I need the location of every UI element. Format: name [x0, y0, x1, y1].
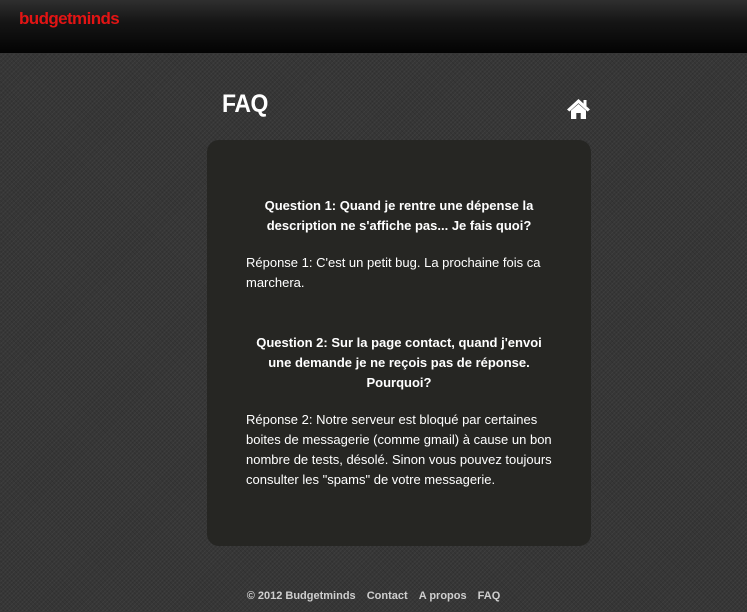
home-icon: [567, 99, 590, 119]
logo[interactable]: budgetminds: [19, 9, 120, 29]
top-bar: budgetminds: [0, 0, 747, 53]
footer-copyright: © 2012 Budgetminds: [246, 590, 356, 602]
footer-link-about[interactable]: A propos: [419, 590, 467, 602]
faq-question-2: Question 2: Sur la page contact, quand j…: [256, 335, 542, 390]
footer: © 2012 Budgetminds Contact A propos FAQ: [0, 590, 747, 602]
footer-link-faq[interactable]: FAQ: [478, 590, 501, 602]
home-button[interactable]: [566, 98, 591, 120]
faq-card: Question 1: Quand je rentre une dépense …: [207, 140, 591, 546]
faq-question-1: Question 1: Quand je rentre une dépense …: [264, 198, 534, 233]
faq-answer-1: Réponse 1: C'est un petit bug. La procha…: [246, 255, 541, 290]
footer-link-contact[interactable]: Contact: [367, 590, 408, 602]
faq-answer-2: Réponse 2: Notre serveur est bloqué par …: [246, 412, 552, 487]
page-title: FAQ: [222, 90, 268, 118]
